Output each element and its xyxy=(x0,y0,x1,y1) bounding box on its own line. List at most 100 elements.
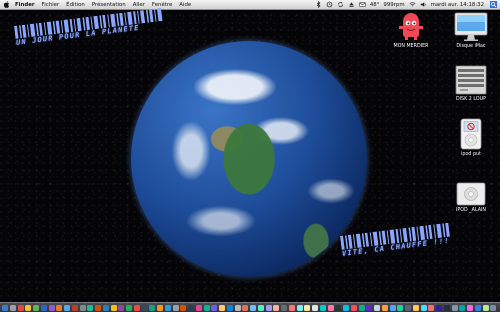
dock-app-icon[interactable] xyxy=(110,305,117,311)
dock-app-icon[interactable] xyxy=(490,305,497,311)
dock-app-icon[interactable] xyxy=(157,305,163,311)
dock-app-icon[interactable] xyxy=(374,305,380,311)
eject-icon[interactable] xyxy=(348,1,355,8)
desktop-icon-label: MON MERDIER xyxy=(393,44,429,49)
dock-app-icon[interactable] xyxy=(149,305,156,311)
temperature-readout: 48° xyxy=(369,1,380,8)
desktop-icon-label: DISK 2 LOUP xyxy=(455,97,487,102)
dock-app-icon[interactable] xyxy=(2,305,8,311)
dock-app-icon[interactable] xyxy=(102,305,109,311)
dock-app-icon[interactable] xyxy=(188,305,194,311)
dock-app-icon[interactable] xyxy=(482,305,489,311)
dock-icon-row xyxy=(0,304,500,312)
desktop-icon-label: ipod put xyxy=(461,152,481,157)
dock-app-icon[interactable] xyxy=(420,305,427,311)
pink-monster-folder-icon xyxy=(399,13,423,40)
dock-app-icon[interactable] xyxy=(381,305,388,311)
clock[interactable]: mardi aur. 14:18:32 xyxy=(431,0,484,10)
dock-app-icon[interactable] xyxy=(296,305,303,311)
dock-app-icon[interactable] xyxy=(358,305,365,311)
desktop-icon-ipod-alain[interactable]: IPOD _ALAIN xyxy=(448,182,494,213)
bottom-barcode-graphic: VITE, CA CHAUFFE !!! xyxy=(340,222,454,258)
dock-app-icon[interactable] xyxy=(327,305,334,311)
bluetooth-icon[interactable] xyxy=(315,1,322,8)
external-disk-icon xyxy=(455,65,487,95)
dock-app-icon[interactable] xyxy=(40,305,47,311)
dock-app-icon[interactable] xyxy=(17,305,24,311)
dock-app-icon[interactable] xyxy=(242,305,249,311)
dock-app-icon[interactable] xyxy=(211,305,218,311)
dock-app-icon[interactable] xyxy=(9,305,16,311)
dock-app-icon[interactable] xyxy=(436,305,442,311)
dock-app-icon[interactable] xyxy=(304,305,311,311)
dock-app-icon[interactable] xyxy=(288,305,295,311)
dock-app-icon[interactable] xyxy=(195,305,202,311)
dock-app-icon[interactable] xyxy=(133,305,140,311)
wifi-icon[interactable] xyxy=(409,1,416,8)
dock-app-icon[interactable] xyxy=(164,305,171,311)
dock-app-icon[interactable] xyxy=(397,305,404,311)
dock-app-icon[interactable] xyxy=(33,305,39,311)
earth-globe-image xyxy=(131,41,367,277)
apple-menu-icon[interactable] xyxy=(4,1,10,8)
desktop-icon-disque-imac[interactable]: Disque iMac xyxy=(448,12,494,49)
dock-app-icon[interactable] xyxy=(474,305,481,311)
menu-finder[interactable]: Finder xyxy=(15,0,35,10)
dock-app-icon[interactable] xyxy=(428,305,435,311)
dock-app-icon[interactable] xyxy=(118,305,125,311)
menu-aide[interactable]: Aide xyxy=(179,0,191,10)
dock-app-icon[interactable] xyxy=(319,305,326,311)
dock-app-icon[interactable] xyxy=(56,305,63,311)
dock-app-icon[interactable] xyxy=(265,305,272,311)
dock-app-icon[interactable] xyxy=(79,305,86,311)
dock-app-icon[interactable] xyxy=(250,305,256,311)
desktop-icon-disk-2-loup[interactable]: DISK 2 LOUP xyxy=(448,65,494,102)
dock-app-icon[interactable] xyxy=(219,305,225,311)
dock-app-icon[interactable] xyxy=(281,305,287,311)
dock-app-icon[interactable] xyxy=(366,305,373,311)
dock-app-icon[interactable] xyxy=(350,305,357,311)
dock-app-icon[interactable] xyxy=(451,305,458,311)
menu-presentation[interactable]: Présentation xyxy=(92,0,126,10)
dock-app-icon[interactable] xyxy=(126,305,132,311)
dock-app-icon[interactable] xyxy=(180,305,187,311)
dock-app-icon[interactable] xyxy=(95,305,101,311)
mail-icon[interactable] xyxy=(359,1,366,8)
dock-app-icon[interactable] xyxy=(443,305,450,311)
dock-app-icon[interactable] xyxy=(467,305,473,311)
desktop-icon-label: IPOD _ALAIN xyxy=(455,208,487,213)
desktop-icon-mon-merdier[interactable]: MON MERDIER xyxy=(388,12,434,49)
dock-app-icon[interactable] xyxy=(257,305,264,311)
spotlight-search-icon[interactable] xyxy=(490,1,497,8)
dock-app-icon[interactable] xyxy=(25,305,32,311)
dock-app-icon[interactable] xyxy=(71,305,78,311)
volume-icon[interactable] xyxy=(420,1,427,8)
desktop-icon-ipod-put[interactable]: ipod put xyxy=(448,118,494,157)
dock xyxy=(0,302,500,312)
top-barcode-graphic: UN JOUR POUR LA PLANETE xyxy=(14,7,165,47)
dock-app-icon[interactable] xyxy=(405,305,411,311)
menu-aller[interactable]: Aller xyxy=(133,0,145,10)
time-machine-icon[interactable] xyxy=(326,1,333,8)
dock-app-icon[interactable] xyxy=(172,305,179,311)
dock-app-icon[interactable] xyxy=(48,305,55,311)
dock-app-icon[interactable] xyxy=(203,305,210,311)
dock-app-icon[interactable] xyxy=(312,305,318,311)
menu-edition[interactable]: Édition xyxy=(66,0,85,10)
dock-app-icon[interactable] xyxy=(343,305,349,311)
dock-app-icon[interactable] xyxy=(273,305,280,311)
menu-fichier[interactable]: Fichier xyxy=(42,0,60,10)
dock-app-icon[interactable] xyxy=(141,305,148,311)
dock-app-icon[interactable] xyxy=(459,305,466,311)
dock-app-icon[interactable] xyxy=(389,305,396,311)
sync-icon[interactable] xyxy=(337,1,344,8)
menu-extras: 48° 999rpm mardi aur. 14:18:32 xyxy=(315,0,500,10)
dock-app-icon[interactable] xyxy=(64,305,70,311)
imac-hard-disk-icon xyxy=(454,12,488,41)
dock-app-icon[interactable] xyxy=(335,305,342,311)
ipod-icon xyxy=(460,118,482,150)
dock-app-icon[interactable] xyxy=(226,305,233,311)
dock-app-icon[interactable] xyxy=(234,305,241,311)
dock-app-icon[interactable] xyxy=(87,305,94,311)
dock-app-icon[interactable] xyxy=(412,305,419,311)
